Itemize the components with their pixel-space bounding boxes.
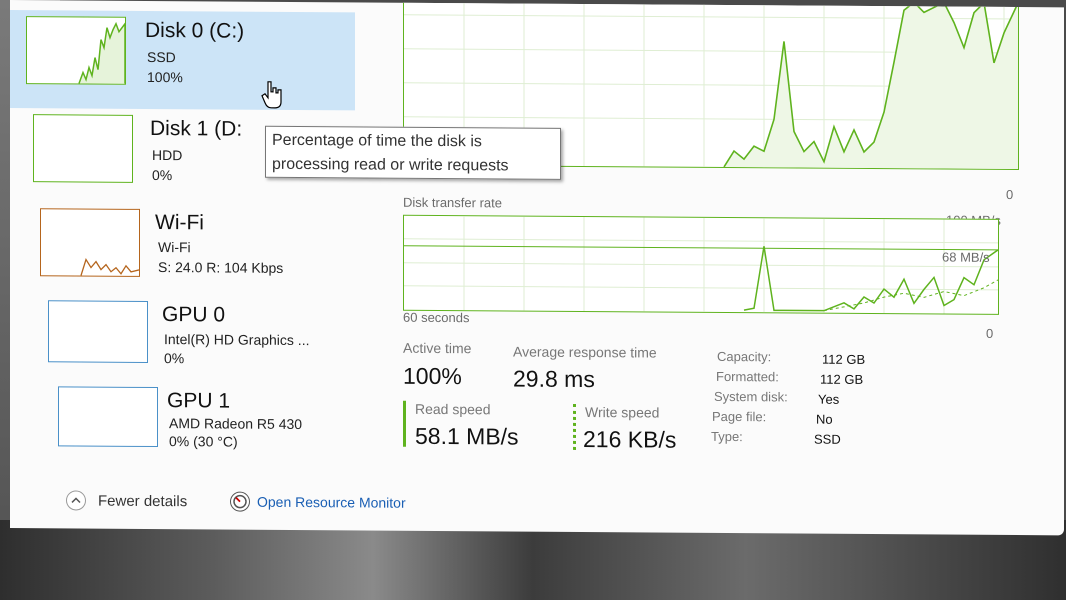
- tooltip-line-1: Percentage of time the disk is: [272, 131, 482, 151]
- disk1-usage: 0%: [152, 166, 173, 184]
- sidebar-item-disk0[interactable]: Disk 0 (C:) SSD 100%: [10, 10, 355, 111]
- disk0-type: SSD: [147, 48, 176, 66]
- sidebar-item-wifi[interactable]: Wi-Fi Wi-Fi S: 24.0 R: 104 Kbps: [10, 202, 355, 294]
- gpu0-model: Intel(R) HD Graphics ...: [164, 331, 310, 349]
- tooltip-line-2: processing read or write requests: [272, 155, 509, 175]
- transfer-rate-title: Disk transfer rate: [403, 194, 502, 211]
- fewer-details-button[interactable]: Fewer details: [98, 493, 187, 511]
- prop-formatted-key: Formatted:: [716, 368, 779, 385]
- read-speed-indicator: [403, 400, 406, 447]
- wifi-throughput: S: 24.0 R: 104 Kbps: [158, 259, 284, 276]
- write-speed-value: 216 KB/s: [583, 426, 677, 453]
- read-speed-label: Read speed: [415, 400, 491, 418]
- read-speed-value: 58.1 MB/s: [415, 422, 519, 450]
- transfer-rate-min: 0: [986, 325, 994, 341]
- prop-capacity-value: 112 GB: [822, 351, 866, 367]
- sidebar-item-gpu1[interactable]: GPU 1 AMD Radeon R5 430 0% (30 °C): [10, 380, 355, 472]
- write-speed-label: Write speed: [585, 404, 660, 421]
- gpu0-title: GPU 0: [162, 303, 226, 327]
- disk0-mini-graph: [78, 21, 125, 84]
- prop-system-disk-value: Yes: [818, 391, 840, 407]
- disk0-title: Disk 0 (C:): [145, 18, 245, 43]
- gpu1-status: 0% (30 °C): [169, 433, 238, 450]
- open-resource-monitor-link[interactable]: Open Resource Monitor: [257, 494, 406, 511]
- prop-formatted-value: 112 GB: [820, 371, 864, 387]
- active-graph-min-label: 0: [1006, 186, 1014, 203]
- prop-page-file-key: Page file:: [712, 408, 767, 425]
- disk0-thumbnail: [26, 16, 126, 85]
- transfer-rate-graph: [403, 214, 999, 315]
- prop-type-value: SSD: [814, 431, 841, 447]
- write-speed-indicator: [573, 403, 576, 450]
- resource-monitor-icon: [230, 491, 250, 512]
- avg-response-label: Average response time: [513, 343, 657, 361]
- gpu1-title: GPU 1: [167, 389, 231, 413]
- wifi-thumbnail: [40, 208, 140, 277]
- disk1-thumbnail: [33, 114, 133, 183]
- active-time-label: Active time: [403, 339, 472, 357]
- prop-system-disk-key: System disk:: [714, 388, 788, 405]
- disk1-title: Disk 1 (D:: [150, 116, 243, 141]
- sidebar-item-gpu0[interactable]: GPU 0 Intel(R) HD Graphics ... 0%: [10, 294, 355, 386]
- wifi-mini-graph: [80, 257, 139, 276]
- prop-capacity-key: Capacity:: [717, 348, 772, 365]
- gpu0-thumbnail: [48, 300, 148, 363]
- transfer-rate-graph-svg: [404, 216, 999, 314]
- gpu1-model: AMD Radeon R5 430: [169, 415, 303, 433]
- avg-response-value: 29.8 ms: [513, 365, 595, 393]
- chevron-up-icon[interactable]: [66, 490, 86, 511]
- prop-type-key: Type:: [711, 428, 743, 445]
- prop-page-file-value: No: [816, 411, 833, 427]
- hand-cursor-icon: [260, 80, 284, 115]
- transfer-rate-mark: 68 MB/s: [942, 249, 990, 265]
- time-window-label: 60 seconds: [403, 309, 470, 326]
- wifi-title: Wi-Fi: [155, 211, 204, 235]
- gpu0-usage: 0%: [164, 350, 185, 367]
- gpu1-thumbnail: [58, 386, 158, 448]
- disk1-type: HDD: [152, 146, 183, 164]
- active-time-tooltip: Percentage of time the disk is processin…: [265, 125, 561, 180]
- disk0-usage: 100%: [147, 68, 183, 86]
- active-time-value: 100%: [403, 362, 462, 390]
- task-manager-window: Disk 0 (C:) SSD 100% Disk 1 (D: HDD 0% W…: [10, 0, 1064, 536]
- wifi-adapter: Wi-Fi: [158, 239, 191, 256]
